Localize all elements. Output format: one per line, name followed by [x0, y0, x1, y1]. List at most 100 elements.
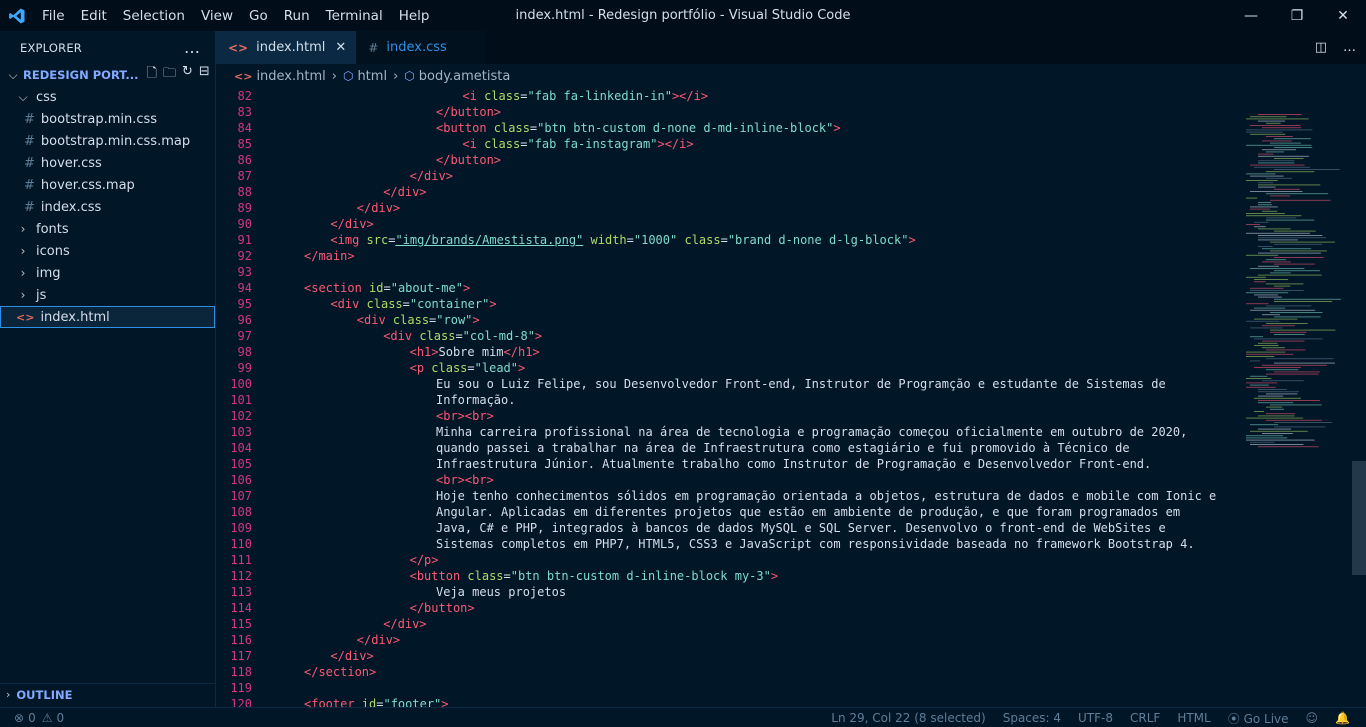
minimap-line: [1258, 120, 1286, 122]
tree-item-index-css[interactable]: # index.css: [0, 196, 215, 218]
menu-help[interactable]: Help: [391, 8, 438, 24]
breadcrumb-file[interactable]: index.html: [256, 69, 325, 84]
breadcrumb-html[interactable]: html: [357, 69, 387, 84]
minimap-line: [1262, 248, 1312, 250]
minimap-line: [1258, 153, 1274, 155]
tree-item-hover-css-map[interactable]: # hover.css.map: [0, 174, 215, 196]
more-actions-icon[interactable]: …: [1343, 40, 1356, 55]
code-line: 111 </p>: [216, 552, 1366, 568]
minimap-line: [1254, 345, 1279, 346]
menu-go[interactable]: Go: [241, 8, 276, 24]
minimap-line: [1262, 140, 1292, 142]
workspace-folder[interactable]: ⌵ REDESIGN PORT... 🗋 🗀 ↻ ⊟: [0, 64, 215, 86]
code-token: "brand d-none d-lg-block": [727, 233, 909, 247]
code-token: "row": [436, 313, 473, 327]
code-line: 118 </section>: [216, 664, 1366, 680]
code-text: <i class="fab fa-instagram"></i>: [252, 136, 693, 152]
new-folder-icon[interactable]: 🗀: [163, 64, 176, 86]
menu-view[interactable]: View: [193, 8, 241, 24]
tab-index-html[interactable]: <> index.html ✕: [216, 31, 357, 64]
breadcrumb-body[interactable]: body.ametista: [419, 69, 511, 84]
split-editor-icon[interactable]: ◫: [1315, 40, 1327, 55]
refresh-icon[interactable]: ↻: [182, 64, 193, 86]
code-text: Sistemas completos em PHP7, HTML5, CSS3 …: [252, 536, 1195, 552]
minimap-line: [1274, 285, 1291, 287]
code-token: </div>: [330, 649, 374, 663]
minimap-line: [1250, 309, 1316, 311]
close-window-button[interactable]: ✕: [1320, 0, 1366, 31]
outline-section[interactable]: › OUTLINE: [0, 683, 216, 705]
minimize-button[interactable]: —: [1228, 0, 1274, 31]
minimap-line: [1270, 331, 1307, 333]
code-token: </div>: [330, 217, 374, 231]
tab-label: index.css: [386, 40, 447, 55]
tab-actions: ◫ …: [1315, 31, 1356, 64]
code-token: </button>: [436, 153, 502, 167]
encoding[interactable]: UTF-8: [1078, 711, 1113, 725]
tree-item-hover-css[interactable]: # hover.css: [0, 152, 215, 174]
minimap-line: [1250, 424, 1279, 426]
line-number: 103: [230, 425, 252, 439]
minimap[interactable]: [1240, 88, 1366, 707]
tree-item-css[interactable]: ⌵ css: [0, 86, 215, 108]
code-editor[interactable]: 82 <i class="fab fa-linkedin-in"></i> 83 </…: [216, 88, 1366, 707]
minimap-line: [1274, 138, 1311, 140]
menu-terminal[interactable]: Terminal: [318, 8, 391, 24]
code-token: class: [484, 89, 521, 103]
tree-item-bootstrap-min-css-map[interactable]: # bootstrap.min.css.map: [0, 130, 215, 152]
code-token: "1000": [633, 233, 678, 247]
css-file-icon: #: [24, 111, 35, 127]
language-mode[interactable]: HTML: [1177, 711, 1210, 725]
minimap-line: [1266, 283, 1304, 285]
menu-file[interactable]: File: [34, 8, 73, 24]
tree-item-js[interactable]: › js: [0, 284, 215, 306]
html-file-icon: <>: [234, 69, 253, 83]
tree-item-index-html[interactable]: <> index.html: [0, 306, 215, 328]
minimap-line: [1258, 182, 1274, 184]
tree-item-img[interactable]: › img: [0, 262, 215, 284]
minimap-line: [1274, 426, 1326, 428]
new-file-icon[interactable]: 🗋: [147, 64, 157, 86]
menu-selection[interactable]: Selection: [115, 8, 193, 24]
maximize-button[interactable]: ❐: [1274, 0, 1320, 31]
minimap-line: [1254, 281, 1266, 283]
menu-run[interactable]: Run: [276, 8, 318, 24]
code-token: </button>: [409, 601, 475, 615]
tree-item-fonts[interactable]: › fonts: [0, 218, 215, 240]
account-icon[interactable]: ☺: [1306, 711, 1319, 725]
code-token: "about-me": [390, 281, 463, 295]
code-token: Eu sou o Luiz Felipe, sou Desenvolvedor …: [436, 377, 1166, 391]
explorer-title: EXPLORER: [20, 40, 82, 55]
indentation[interactable]: Spaces: 4: [1003, 711, 1061, 725]
go-live-button[interactable]: ⦿ Go Live: [1228, 710, 1289, 727]
code-token: <br><br>: [436, 473, 494, 487]
minimap-line: [1258, 400, 1320, 401]
minimap-line: [1274, 158, 1304, 159]
code-line: 107 Hoje tenho conhecimentos sólidos em p…: [216, 488, 1366, 504]
code-token: <i: [462, 89, 485, 103]
minimap-line: [1270, 404, 1322, 406]
cursor-position[interactable]: Ln 29, Col 22 (8 selected): [831, 711, 985, 725]
tab-index-css[interactable]: # index.css: [356, 31, 485, 64]
more-actions-icon[interactable]: …: [184, 38, 201, 57]
notifications-icon[interactable]: 🔔: [1335, 711, 1350, 725]
tree-item-icons[interactable]: › icons: [0, 240, 215, 262]
menu-edit[interactable]: Edit: [73, 8, 115, 24]
collapse-all-icon[interactable]: ⊟: [199, 64, 210, 86]
minimap-line: [1258, 228, 1291, 230]
minimap-line: [1258, 395, 1284, 397]
scrollbar-thumb[interactable]: [1352, 461, 1366, 575]
minimap-line: [1250, 375, 1268, 377]
minimap-line: [1250, 287, 1284, 289]
code-token: >: [770, 569, 779, 583]
chevron-right-icon: ›: [20, 244, 26, 258]
minimap-line: [1274, 301, 1333, 302]
line-number: 115: [230, 617, 252, 631]
code-token: =: [626, 233, 634, 247]
end-of-line[interactable]: CRLF: [1130, 711, 1160, 725]
line-number: 113: [230, 585, 252, 599]
close-tab-icon[interactable]: ✕: [335, 40, 346, 55]
tree-item-bootstrap-min-css[interactable]: # bootstrap.min.css: [0, 108, 215, 130]
problems-indicator[interactable]: ⊗ 0 ⚠ 0: [0, 711, 64, 725]
